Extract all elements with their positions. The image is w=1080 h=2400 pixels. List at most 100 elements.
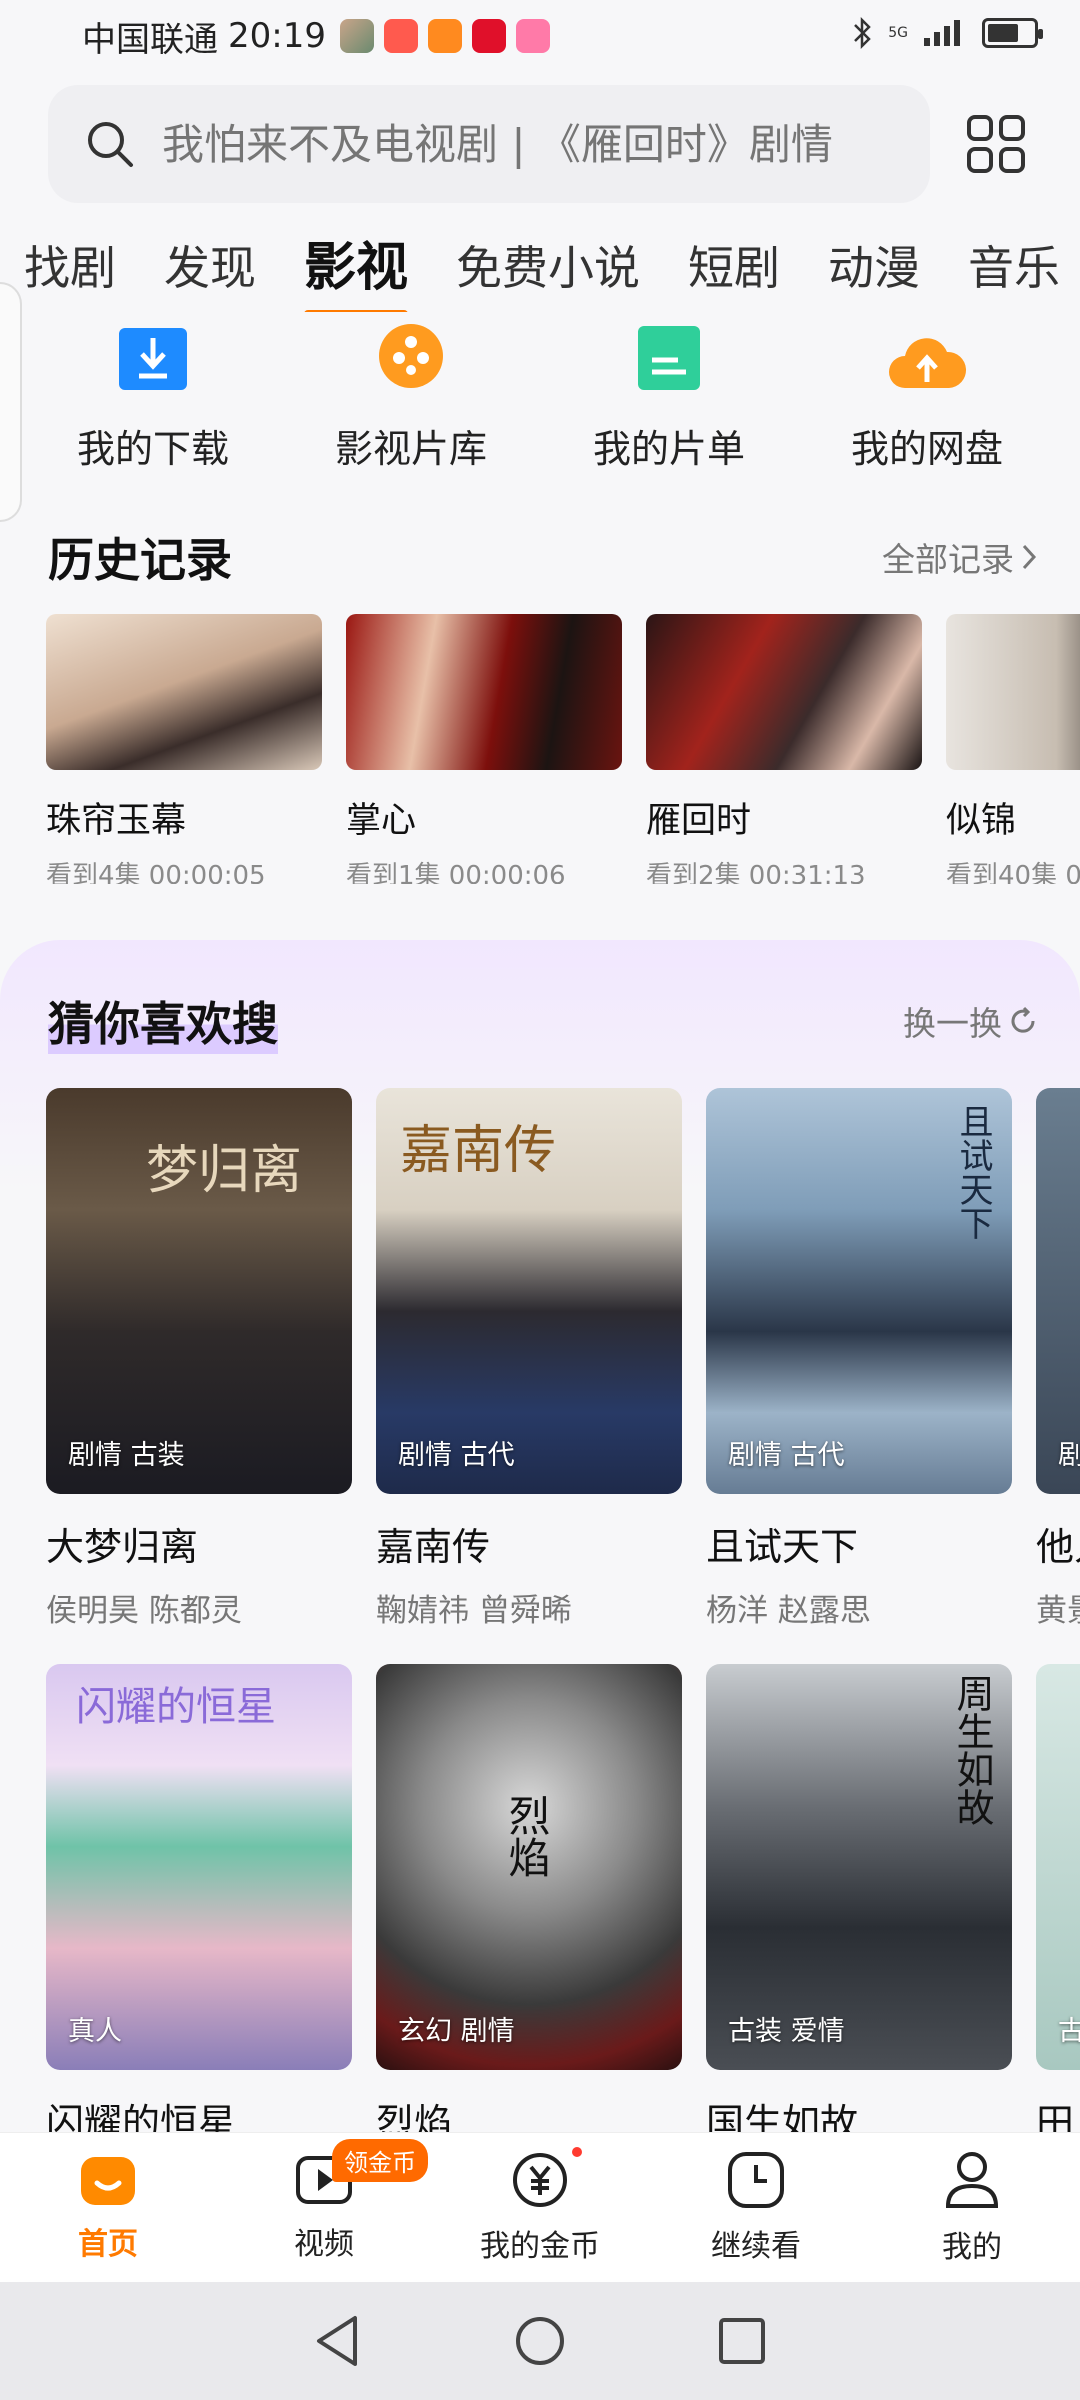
drama-card[interactable]: 周生如故 古装 爱情 国生如故 <box>706 1664 1012 2147</box>
nav-label: 首页 <box>78 2226 138 2262</box>
history-item[interactable]: 珠帘玉幕 看到4集 00:00:05 <box>46 614 322 884</box>
list-icon <box>638 326 700 390</box>
genre-tags: 剧情 古装 <box>68 1440 185 1471</box>
history-title-text: 似锦 <box>946 801 1017 841</box>
nav-label: 我的 <box>942 2229 1002 2265</box>
poster-title-art: 闪耀的恒星 <box>76 1684 276 1730</box>
my-playlist-button[interactable]: 我的片单 <box>554 318 784 478</box>
drama-card[interactable]: 烈焰 玄幻 剧情 烈焰 <box>376 1664 682 2147</box>
all-history-label: 全部记录 <box>882 540 1014 579</box>
home-icon <box>81 2156 135 2205</box>
drama-card[interactable]: 梦归离 剧情 古装 大梦归离 侯明昊 陈都灵 <box>46 1088 352 1630</box>
music-app-icon <box>471 19 506 53</box>
nav-label: 我的金币 <box>480 2228 600 2264</box>
poster-title-art: 周生如故 <box>950 1674 994 1826</box>
grid-icon <box>967 115 1025 173</box>
tab-label: 免费小说 <box>456 241 641 295</box>
tab-discover[interactable]: 发现 <box>140 232 280 312</box>
genre-tags: 剧情 古代 <box>398 1440 515 1471</box>
recommend-row-2: 闪耀的恒星 真人 闪耀的恒星 烈焰 玄幻 剧情 烈焰 周生如故 古装 爱情 国生… <box>46 1664 1080 2147</box>
bottom-navigation: 首页 领金币 视频 我的金币 继续看 我的 <box>0 2132 1080 2282</box>
download-icon <box>119 328 187 390</box>
back-icon[interactable] <box>313 2314 363 2368</box>
drama-cast: 侯明昊 陈都灵 <box>46 1593 242 1629</box>
history-thumbnail <box>646 614 922 770</box>
history-title-text: 珠帘玉幕 <box>46 801 187 841</box>
my-downloads-button[interactable]: 我的下载 <box>38 318 268 478</box>
bluetooth-icon <box>854 16 872 50</box>
drama-card[interactable]: 嘉南传 剧情 古代 嘉南传 鞠婧祎 曾舜晞 <box>376 1088 682 1630</box>
earn-coins-badge: 领金币 <box>332 2139 428 2182</box>
my-cloud-drive-button[interactable]: 我的网盘 <box>812 318 1042 478</box>
history-item[interactable]: 雁回时 看到2集 00:31:13 <box>646 614 922 884</box>
drama-title: 嘉南传 <box>376 1525 491 1569</box>
history-progress: 看到2集 00:31:13 <box>646 861 866 884</box>
quick-action-label: 我的下载 <box>76 427 229 471</box>
tab-film-tv[interactable]: 影视 <box>280 232 432 312</box>
history-title: 历史记录 <box>48 533 232 587</box>
poster-image: 梦归离 剧情 古装 <box>46 1088 352 1494</box>
history-title-text: 雁回时 <box>646 801 752 841</box>
history-item[interactable]: 掌心 看到1集 00:00:06 <box>346 614 622 884</box>
search-bar[interactable] <box>48 85 930 203</box>
tab-label: 音乐 <box>968 241 1061 295</box>
recommend-header: 猜你喜欢搜 换一换 <box>48 988 1038 1054</box>
genre-tags: 古装 爱情 <box>728 2016 845 2047</box>
history-item[interactable]: 似锦 看到40集 00 <box>946 614 1080 884</box>
poster-title-art: 且试天下 <box>953 1104 993 1240</box>
quick-action-label: 影视片库 <box>334 427 487 471</box>
system-navigation-bar <box>0 2282 1080 2400</box>
nav-my-coins[interactable]: 我的金币 <box>432 2133 648 2282</box>
history-thumbnail <box>946 614 1080 770</box>
quick-actions: 我的下载 影视片库 我的片单 我的网盘 <box>0 318 1080 478</box>
nav-continue-watching[interactable]: 继续看 <box>648 2133 864 2282</box>
nav-label: 视频 <box>294 2226 354 2262</box>
drama-card[interactable]: 且试天下 剧情 古代 且试天下 杨洋 赵露思 <box>706 1088 1012 1630</box>
drama-cast: 黄景 <box>1036 1593 1080 1629</box>
nav-profile[interactable]: 我的 <box>864 2133 1080 2282</box>
nav-video[interactable]: 领金币 视频 <box>216 2133 432 2282</box>
notification-icons <box>339 19 550 53</box>
tab-short-drama[interactable]: 短剧 <box>664 232 804 312</box>
category-grid-button[interactable] <box>966 114 1026 174</box>
clock: 20:19 <box>228 16 326 56</box>
poster-image: 且试天下 剧情 古代 <box>706 1088 1012 1494</box>
drama-cast: 鞠婧祎 曾舜晞 <box>376 1593 572 1629</box>
film-library-button[interactable]: 影视片库 <box>296 318 526 478</box>
shopping-app-icon <box>383 19 418 53</box>
notification-dot <box>572 2147 582 2157</box>
all-history-link[interactable]: 全部记录 <box>882 533 1038 581</box>
status-bar: 中国联通 20:19 5G <box>0 0 1080 72</box>
tab-free-novels[interactable]: 免费小说 <box>432 232 664 312</box>
channel-tabs: 找剧 发现 影视 免费小说 短剧 动漫 音乐 <box>0 232 1080 312</box>
poster-image: 周生如故 古装 爱情 <box>706 1664 1012 2070</box>
history-header: 历史记录 全部记录 <box>48 524 1038 590</box>
drama-title: 大梦归离 <box>46 1525 199 1569</box>
search-input[interactable] <box>162 119 922 169</box>
carrier-label: 中国联通 <box>82 19 218 60</box>
nav-label: 继续看 <box>711 2228 801 2264</box>
home-circle-icon[interactable] <box>513 2314 567 2368</box>
drama-card[interactable]: 古 田 <box>1036 1664 1080 2147</box>
recommend-row-1: 梦归离 剧情 古装 大梦归离 侯明昊 陈都灵 嘉南传 剧情 古代 嘉南传 鞠婧祎… <box>46 1088 1080 1630</box>
battery-icon <box>982 18 1043 48</box>
nav-home[interactable]: 首页 <box>0 2133 216 2282</box>
history-thumbnail <box>346 614 622 770</box>
search-icon <box>88 122 133 167</box>
tab-anime[interactable]: 动漫 <box>804 232 944 312</box>
chevron-right-icon <box>1022 544 1037 570</box>
history-list: 珠帘玉幕 看到4集 00:00:05 掌心 看到1集 00:00:06 雁回时 … <box>46 614 1080 884</box>
drama-card[interactable]: 闪耀的恒星 真人 闪耀的恒星 <box>46 1664 352 2147</box>
cloud-upload-icon <box>889 338 967 388</box>
history-title-text: 掌心 <box>346 801 417 841</box>
recent-apps-icon[interactable] <box>717 2316 767 2366</box>
tab-music[interactable]: 音乐 <box>944 232 1080 312</box>
genre-tags: 真人 <box>68 2016 122 2047</box>
refresh-button[interactable]: 换一换 <box>903 997 1038 1045</box>
tab-label: 影视 <box>304 238 409 298</box>
drama-cast: 杨洋 赵露思 <box>706 1593 871 1629</box>
recommend-title: 猜你喜欢搜 <box>48 988 278 1054</box>
genre-tags: 玄幻 剧情 <box>398 2016 515 2047</box>
drama-card[interactable]: 剧 他人 黄景 <box>1036 1088 1080 1630</box>
genre-tags: 剧 <box>1058 1440 1080 1471</box>
